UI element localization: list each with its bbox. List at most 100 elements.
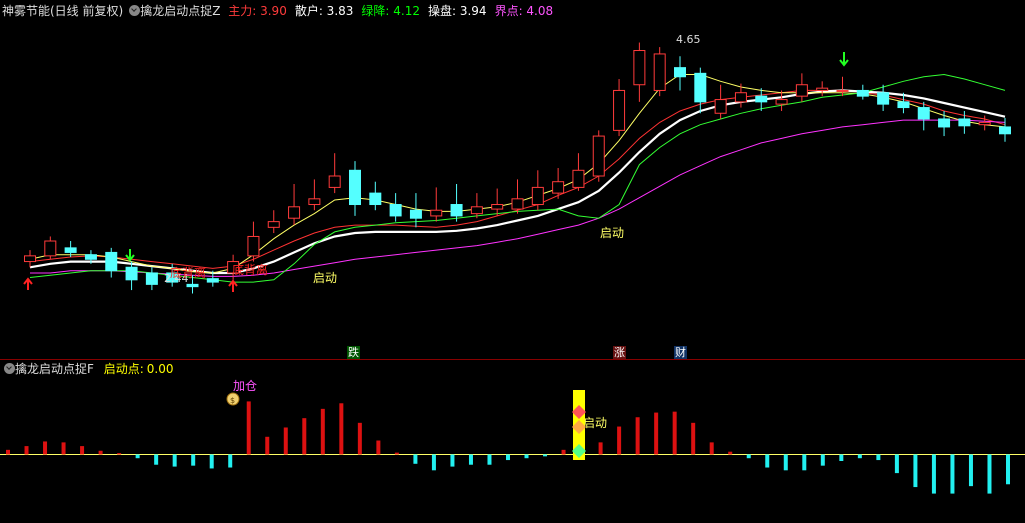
- oscillator-bar: [728, 451, 733, 455]
- oscillator-bar: [894, 454, 899, 474]
- buy-arrow-icon: [228, 279, 238, 292]
- oscillator-bar: [265, 436, 270, 455]
- add-position-label: 加仓: [233, 379, 257, 393]
- oscillator-bar: [302, 418, 307, 455]
- candle-body: [84, 254, 97, 260]
- sub-start-label: 启动: [583, 416, 607, 430]
- oscillator-bar: [154, 454, 159, 465]
- annotations: 4.65 2.44 底背离 底背离 启动 启动 加仓 启动 $: [23, 33, 849, 460]
- oscillator-bar: [635, 417, 640, 455]
- candle-body: [795, 84, 808, 97]
- oscillator-bar: [876, 454, 881, 461]
- candle-body: [206, 278, 219, 283]
- oscillator-bar: [598, 442, 603, 455]
- svg-text:$: $: [230, 396, 235, 405]
- oscillator-bar: [783, 454, 788, 471]
- oscillator-bar: [857, 454, 862, 459]
- candle-body: [592, 135, 605, 177]
- candle-body: [613, 89, 626, 131]
- candle-body: [755, 95, 768, 103]
- oscillator-bar: [524, 454, 529, 459]
- oscillator-bar: [617, 426, 622, 455]
- candle-body: [44, 240, 57, 257]
- candle-body: [572, 169, 585, 188]
- candle-body: [958, 118, 971, 127]
- candle-body: [349, 169, 361, 206]
- candle-body: [186, 283, 199, 288]
- oscillator-bar: [6, 449, 10, 455]
- candle-body: [267, 221, 280, 228]
- oscillator-bar: [561, 449, 566, 455]
- ma-line-4: [29, 73, 1006, 283]
- price-panel: [24, 42, 1011, 294]
- candle-body: [897, 101, 910, 109]
- candle-body: [775, 99, 788, 105]
- oscillator-bar: [709, 442, 714, 455]
- oscillator-bar: [672, 411, 677, 455]
- oscillator-bar: [43, 441, 48, 455]
- oscillator-bar: [468, 454, 473, 465]
- money-bag-icon: $: [226, 392, 240, 406]
- oscillator-bar: [283, 427, 288, 455]
- candle-body: [450, 204, 463, 217]
- candle-body: [247, 235, 260, 257]
- oscillator-bar: [394, 452, 399, 455]
- candle-body: [308, 198, 321, 206]
- oscillator-bar: [654, 412, 659, 455]
- start-signal-marker: [572, 390, 586, 460]
- candle-body: [389, 204, 402, 217]
- oscillator-bar: [765, 454, 770, 468]
- candle-body: [369, 192, 382, 206]
- start-label-2: 启动: [600, 226, 624, 240]
- candle-body: [653, 53, 666, 91]
- oscillator-bar: [61, 442, 66, 455]
- high-price-label: 4.65: [676, 33, 701, 46]
- oscillator-bar: [320, 408, 325, 455]
- candle-body: [552, 181, 565, 194]
- oscillator-bar: [543, 454, 548, 457]
- oscillator-bar: [339, 403, 344, 455]
- candle-body: [531, 186, 544, 206]
- candle-body: [633, 50, 646, 86]
- candle-body: [64, 247, 77, 253]
- oscillator-bar: [802, 454, 807, 471]
- candle-body: [125, 266, 138, 281]
- candle-body: [856, 89, 869, 97]
- candle-body: [978, 121, 991, 126]
- oscillator-panel: [0, 401, 1025, 494]
- oscillator-bar: [357, 422, 362, 455]
- candle-body: [816, 87, 829, 91]
- oscillator-bar: [117, 453, 122, 455]
- oscillator-bar: [487, 454, 492, 465]
- oscillator-bar: [968, 454, 973, 487]
- candle-body: [409, 209, 422, 219]
- oscillator-bar: [450, 454, 455, 467]
- candle-body: [674, 67, 686, 78]
- oscillator-bar: [839, 454, 844, 461]
- oscillator-bar: [209, 454, 214, 469]
- oscillator-bar: [191, 454, 196, 466]
- ma-line-0: [29, 89, 1006, 269]
- oscillator-bar: [950, 454, 955, 494]
- candle-body: [430, 209, 443, 217]
- bottom-divergence-label-1: 底背离: [170, 265, 206, 280]
- candle-body: [694, 72, 707, 103]
- oscillator-bar: [691, 422, 696, 455]
- oscillator-bar: [80, 446, 85, 455]
- chart-canvas[interactable]: 4.65 2.44 底背离 底背离 启动 启动 加仓 启动 $: [0, 0, 1025, 523]
- oscillator-bar: [506, 454, 510, 461]
- oscillator-bar: [228, 454, 233, 468]
- oscillator-bar: [820, 454, 825, 466]
- candle-body: [877, 92, 890, 105]
- candle-body: [734, 92, 747, 103]
- start-label-1: 启动: [313, 271, 337, 285]
- candle-body: [917, 107, 930, 120]
- candle-body: [105, 251, 118, 272]
- candle-body: [938, 118, 951, 128]
- candle-body: [714, 99, 727, 114]
- candle-body: [511, 198, 524, 210]
- oscillator-bar: [98, 450, 103, 455]
- oscillator-bar: [746, 454, 751, 459]
- candle-body: [836, 89, 849, 92]
- candle-body: [491, 204, 504, 210]
